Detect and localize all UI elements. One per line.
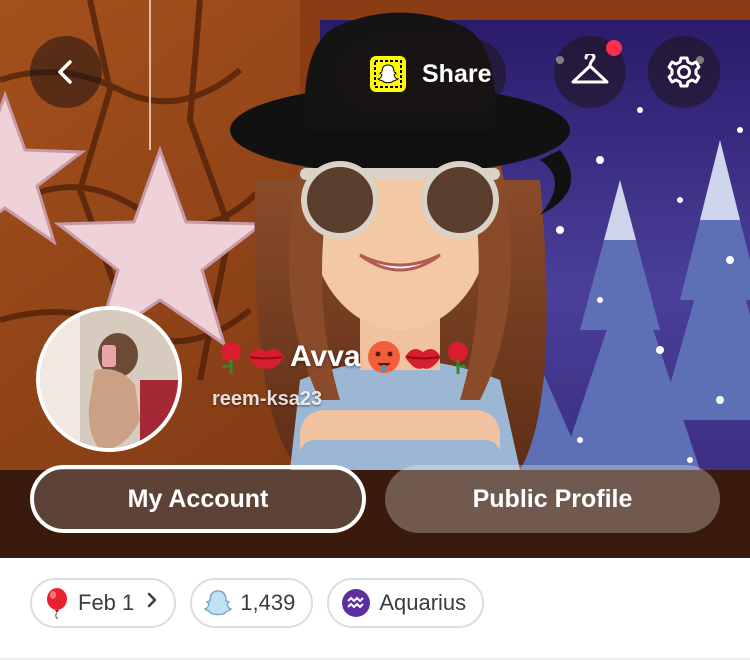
zodiac-label: Aquarius (379, 590, 467, 615)
notification-dot (606, 40, 622, 56)
aquarius-icon (341, 588, 371, 618)
gear-icon (667, 56, 701, 88)
lips-icon (248, 348, 284, 369)
profile-chips: Feb 1 1,439 Aquarius (30, 578, 485, 628)
zodiac-chip[interactable]: Aquarius (327, 578, 485, 628)
profile-photo[interactable] (36, 306, 182, 452)
rose-icon (221, 342, 241, 374)
display-name-text: Avva (290, 340, 361, 373)
birthday-chip[interactable]: Feb 1 (30, 578, 177, 628)
snapcode-icon (370, 56, 406, 92)
chevron-left-icon (58, 60, 72, 84)
settings-button[interactable] (648, 36, 720, 108)
username: reem-ksa23 (212, 388, 323, 410)
share-button[interactable]: Share (338, 38, 506, 110)
ghost-icon (204, 588, 233, 618)
hanger-icon (571, 54, 609, 84)
balloon-icon (44, 587, 70, 619)
hot-face-icon (367, 341, 400, 373)
display-name: Avva (216, 338, 473, 376)
chevron-right-icon (146, 591, 158, 615)
profile-header: Share Avva reem-ksa23 My Account Public … (0, 0, 750, 558)
back-button[interactable] (30, 36, 102, 108)
share-label: Share (422, 59, 492, 88)
rose-icon (447, 342, 468, 374)
friends-count: 1,439 (240, 590, 296, 615)
lips-icon (404, 348, 441, 369)
friends-chip[interactable]: 1,439 (190, 578, 314, 628)
my-account-button[interactable]: My Account (30, 465, 366, 533)
public-profile-button[interactable]: Public Profile (385, 465, 720, 533)
birthday-label: Feb 1 (78, 590, 135, 615)
